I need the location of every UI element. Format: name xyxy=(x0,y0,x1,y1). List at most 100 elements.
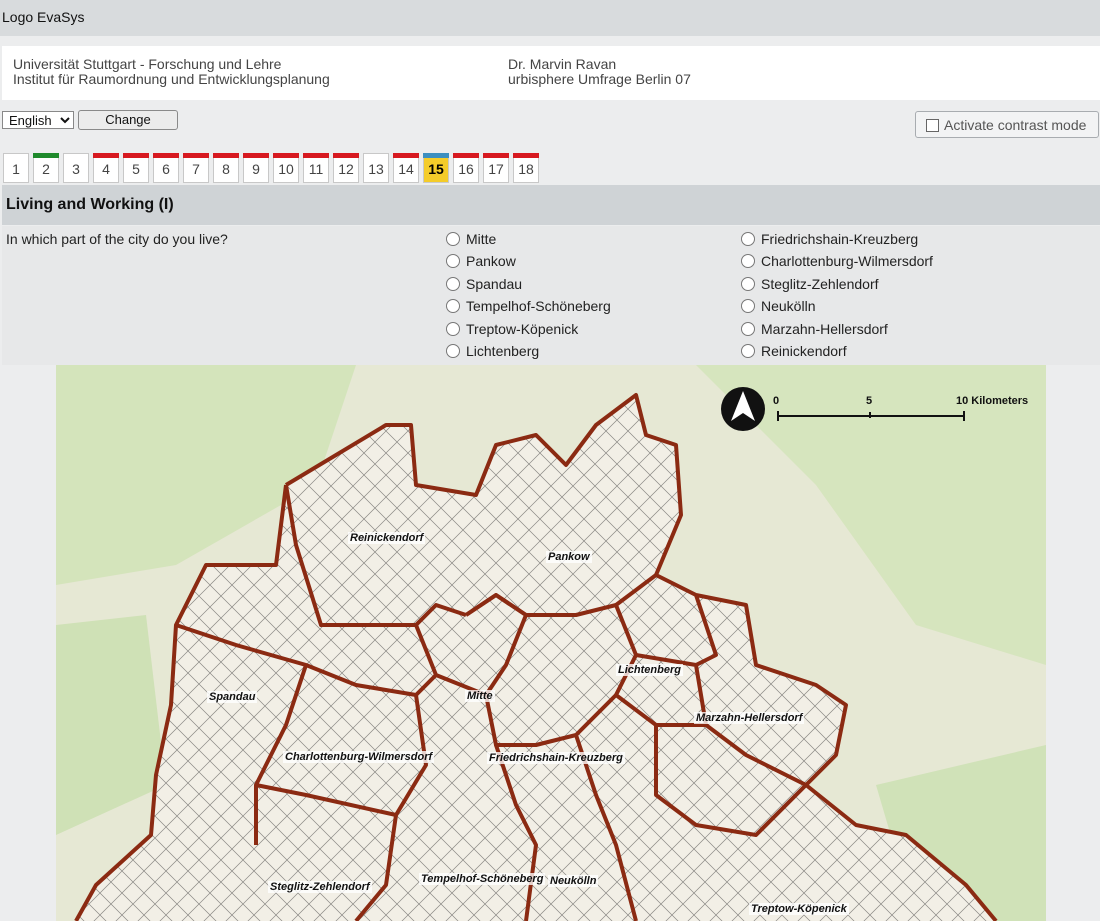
page-tab-label: 8 xyxy=(222,161,230,177)
page-status-strip xyxy=(333,153,359,158)
contrast-label: Activate contrast mode xyxy=(944,117,1087,133)
page-status-strip xyxy=(183,153,209,158)
page-tab-10[interactable]: 10 xyxy=(273,153,299,183)
radio-button[interactable] xyxy=(446,299,460,314)
scale-zero: 0 xyxy=(773,395,780,407)
map-label-lichtenberg: Lichtenberg xyxy=(616,664,683,676)
page-tab-18[interactable]: 18 xyxy=(513,153,539,183)
option-label[interactable]: Treptow-Köpenick xyxy=(466,321,578,337)
radio-button[interactable] xyxy=(741,344,755,358)
page-status-strip xyxy=(243,153,269,158)
page-tab-label: 18 xyxy=(518,161,534,177)
option-label[interactable]: Reinickendorf xyxy=(761,343,847,359)
page-tab-1[interactable]: 1 xyxy=(3,153,29,183)
page-tab-label: 13 xyxy=(368,161,384,177)
page-tab-label: 17 xyxy=(488,161,504,177)
page-tab-13[interactable]: 13 xyxy=(363,153,389,183)
page-tab-4[interactable]: 4 xyxy=(93,153,119,183)
page-tab-label: 9 xyxy=(252,161,260,177)
page-tab-8[interactable]: 8 xyxy=(213,153,239,183)
page-tab-16[interactable]: 16 xyxy=(453,153,479,183)
page-tab-label: 10 xyxy=(278,161,294,177)
radio-button[interactable] xyxy=(446,254,460,269)
option-label[interactable]: Pankow xyxy=(466,253,516,269)
contrast-checkbox-icon[interactable] xyxy=(926,119,939,132)
logo-text: Logo EvaSys xyxy=(2,9,85,25)
page-tab-9[interactable]: 9 xyxy=(243,153,269,183)
map-graphic xyxy=(56,365,1046,921)
page-status-strip xyxy=(93,153,119,158)
page-status-strip xyxy=(513,153,539,158)
option-label[interactable]: Spandau xyxy=(466,276,522,292)
page-tab-label: 2 xyxy=(42,161,50,177)
page-tab-label: 6 xyxy=(162,161,170,177)
option-label[interactable]: Steglitz-Zehlendorf xyxy=(761,276,879,292)
page-status-strip xyxy=(423,153,449,158)
option-label[interactable]: Mitte xyxy=(466,231,496,247)
top-bar: Logo EvaSys xyxy=(0,0,1100,36)
info-right: Dr. Marvin Ravan urbisphere Umfrage Berl… xyxy=(508,57,691,87)
map-label-pankow: Pankow xyxy=(546,551,592,563)
map-label-friedrichshain-kreuzberg: Friedrichshain-Kreuzberg xyxy=(487,752,625,764)
radio-button[interactable] xyxy=(446,276,460,291)
page-tab-label: 3 xyxy=(72,161,80,177)
page-status-strip xyxy=(153,153,179,158)
page-tab-17[interactable]: 17 xyxy=(483,153,509,183)
question-block: In which part of the city do you live? M… xyxy=(2,226,1100,365)
map-label-reinickendorf: Reinickendorf xyxy=(348,532,426,544)
page-tab-3[interactable]: 3 xyxy=(63,153,89,183)
page-tab-12[interactable]: 12 xyxy=(333,153,359,183)
radio-button[interactable] xyxy=(446,232,460,246)
page-status-strip xyxy=(213,153,239,158)
radio-button[interactable] xyxy=(446,321,460,336)
map-label-marzahn-hellersdorf: Marzahn-Hellersdorf xyxy=(694,712,805,724)
survey-info-box: Universität Stuttgart - Forschung und Le… xyxy=(2,46,1100,100)
contrast-mode-button[interactable]: Activate contrast mode xyxy=(915,111,1099,138)
page-tab-label: 7 xyxy=(192,161,200,177)
info-left: Universität Stuttgart - Forschung und Le… xyxy=(13,57,330,87)
page-tab-label: 14 xyxy=(398,161,414,177)
page-tab-label: 11 xyxy=(308,161,324,177)
map-label-neukoelln: Neukölln xyxy=(548,875,599,887)
map-label-mitte: Mitte xyxy=(465,690,495,702)
map-label-treptow-koepenick: Treptow-Köpenick xyxy=(749,903,849,915)
option-label[interactable]: Neukölln xyxy=(761,298,815,314)
option-label[interactable]: Friedrichshain-Kreuzberg xyxy=(761,231,918,247)
map-label-spandau: Spandau xyxy=(207,691,258,703)
page-tab-label: 15 xyxy=(428,161,444,177)
page-tab-11[interactable]: 11 xyxy=(303,153,329,183)
page-tab-5[interactable]: 5 xyxy=(123,153,149,183)
page-tab-14[interactable]: 14 xyxy=(393,153,419,183)
page-tab-label: 5 xyxy=(132,161,140,177)
change-language-button[interactable]: Change xyxy=(78,110,178,130)
radio-button[interactable] xyxy=(741,232,755,246)
page-tab-label: 16 xyxy=(458,161,474,177)
page-status-strip xyxy=(273,153,299,158)
radio-button[interactable] xyxy=(741,299,755,314)
page-tab-label: 1 xyxy=(12,161,20,177)
option-label[interactable]: Lichtenberg xyxy=(466,343,539,359)
page-status-strip xyxy=(453,153,479,158)
radio-button[interactable] xyxy=(446,344,460,358)
page-tab-2[interactable]: 2 xyxy=(33,153,59,183)
page-status-strip xyxy=(303,153,329,158)
radio-button[interactable] xyxy=(741,254,755,269)
page-tab-7[interactable]: 7 xyxy=(183,153,209,183)
survey-name: urbisphere Umfrage Berlin 07 xyxy=(508,71,691,87)
radio-button[interactable] xyxy=(741,276,755,291)
page-status-strip xyxy=(483,153,509,158)
option-label[interactable]: Tempelhof-Schöneberg xyxy=(466,298,611,314)
language-select[interactable]: English xyxy=(2,111,74,129)
page-tab-6[interactable]: 6 xyxy=(153,153,179,183)
scale-mid: 5 xyxy=(866,395,873,407)
page-status-strip xyxy=(33,153,59,158)
scale-end: 10 Kilometers xyxy=(956,395,1029,407)
radio-button[interactable] xyxy=(741,321,755,336)
option-label[interactable]: Marzahn-Hellersdorf xyxy=(761,321,888,337)
university-name: Universität Stuttgart - Forschung und Le… xyxy=(13,56,282,72)
map-label-charlottenburg-wilmersdorf: Charlottenburg-Wilmersdorf xyxy=(283,751,435,763)
option-label[interactable]: Charlottenburg-Wilmersdorf xyxy=(761,253,933,269)
page-status-strip xyxy=(123,153,149,158)
map-label-steglitz-zehlendorf: Steglitz-Zehlendorf xyxy=(268,881,372,893)
page-tab-15[interactable]: 15 xyxy=(423,153,449,183)
